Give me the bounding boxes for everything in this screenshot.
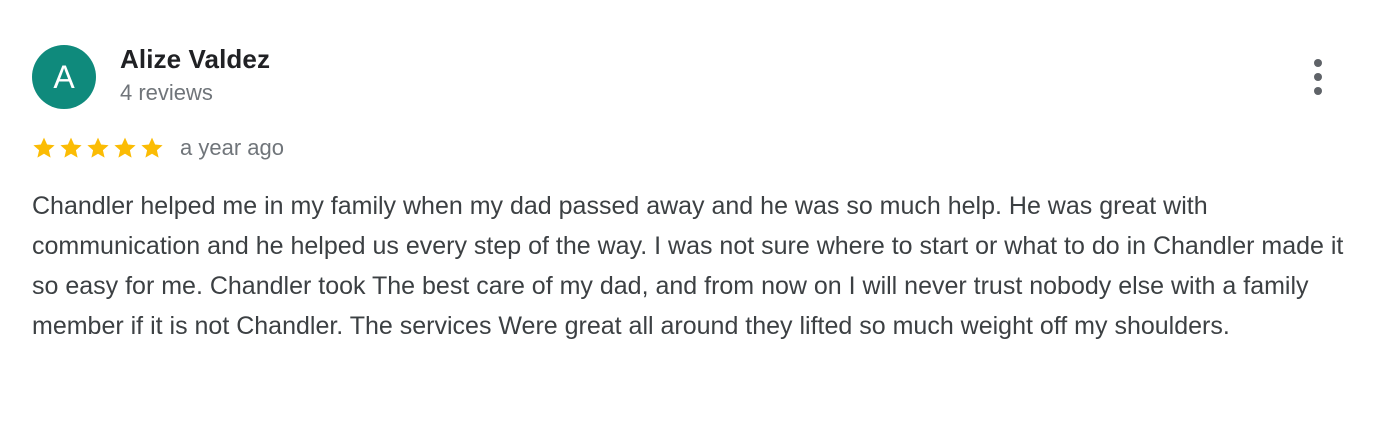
review-text: Chandler helped me in my family when my … xyxy=(32,192,1344,340)
star-icon xyxy=(33,137,55,158)
avatar[interactable]: A xyxy=(32,45,96,109)
more-vert-icon xyxy=(1314,59,1322,67)
star-icon xyxy=(87,137,109,158)
author-review-count[interactable]: 4 reviews xyxy=(120,80,213,106)
star-icon xyxy=(114,137,136,158)
review-date: a year ago xyxy=(180,135,284,160)
avatar-letter: A xyxy=(53,58,75,95)
star-icon xyxy=(60,137,82,158)
review-card: A Alize Valdez 4 reviews a year ago Chan… xyxy=(0,0,1400,430)
star-icon xyxy=(141,137,163,158)
more-vert-icon xyxy=(1314,87,1322,95)
author-name[interactable]: Alize Valdez xyxy=(120,44,270,75)
more-vert-icon xyxy=(1314,73,1322,81)
more-options-button[interactable] xyxy=(1300,56,1336,98)
rating-row: a year ago xyxy=(32,130,284,166)
star-rating xyxy=(32,136,164,160)
